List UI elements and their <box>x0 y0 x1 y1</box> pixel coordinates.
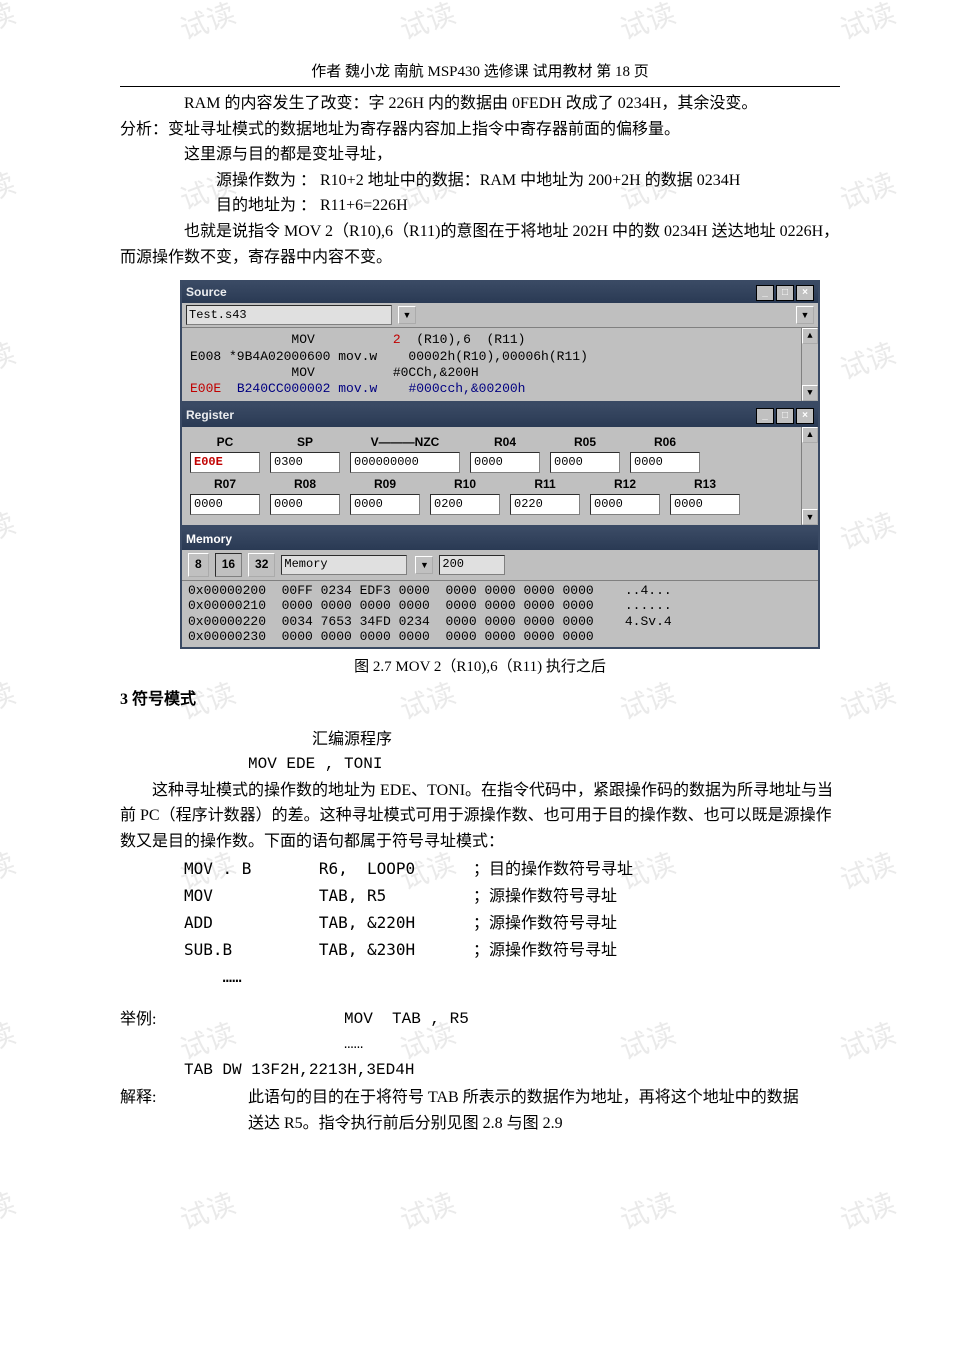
register-r08: R080000 <box>270 475 340 515</box>
code-text: MOV #0CCh,&200H <box>190 365 810 381</box>
chevron-down-icon[interactable]: ▼ <box>398 306 416 324</box>
register-window: Register _ □ × PCE00ESP0300V———NZC000000… <box>180 403 820 527</box>
example-code: MOV TAB , R5 …… <box>344 1007 469 1058</box>
ide-screenshot: Source _ □ × Test.s43 ▼ ▼ MOV 2 (R10),6 <box>180 280 820 649</box>
code-text: (R10),6 (R11) <box>401 332 526 347</box>
memory-dump: 0x00000200 00FF 0234 EDF3 0000 0000 0000… <box>182 581 818 647</box>
register-value: E00E <box>190 452 260 473</box>
minimize-icon[interactable]: _ <box>756 408 774 424</box>
memory-window: Memory 8 16 32 Memory ▼ 200 0x00000200 0… <box>180 527 820 649</box>
register-value: 0000 <box>350 494 420 515</box>
register-r04: R040000 <box>470 433 540 473</box>
code-line: MOV EDE , TONI <box>248 752 840 778</box>
register-value: 0200 <box>430 494 500 515</box>
register-v———nzc: V———NZC000000000 <box>350 433 460 473</box>
register-value: 0220 <box>510 494 580 515</box>
source-code-area: MOV 2 (R10),6 (R11) E008 *9B4A02000600 m… <box>182 328 818 401</box>
paragraph: 目的地址为 ： R11+6=226H <box>216 193 840 219</box>
explain-text: 此语句的目的在于将符号 TAB 所表示的数据作为地址，再将这个地址中的数据 送达… <box>248 1085 840 1136</box>
explain-label: 解释: <box>120 1085 216 1136</box>
maximize-icon[interactable]: □ <box>776 408 794 424</box>
code-addr: E00E <box>190 381 221 396</box>
chevron-down-icon[interactable]: ▼ <box>415 556 433 574</box>
goto-field[interactable]: 200 <box>439 555 505 575</box>
example-label: 举例: <box>120 1007 216 1058</box>
close-icon[interactable]: × <box>796 408 814 424</box>
register-r12: R120000 <box>590 475 660 515</box>
register-r11: R110220 <box>510 475 580 515</box>
register-label: PC <box>190 433 260 452</box>
register-value: 0000 <box>270 494 340 515</box>
file-combo-value: Test.s43 <box>189 306 247 325</box>
register-label: R05 <box>550 433 620 452</box>
close-icon[interactable]: × <box>796 285 814 301</box>
memory-title: Memory <box>182 529 818 550</box>
code-text: MOV <box>190 332 393 347</box>
file-combo[interactable]: Test.s43 <box>186 305 392 325</box>
code-text: B240CC000002 mov.w #000cch,&00200h <box>221 381 525 396</box>
page-header: 作者 魏小龙 南航 MSP430 选修课 试用教材 第 18 页 <box>120 60 840 87</box>
register-value: 0000 <box>470 452 540 473</box>
paragraph: RAM 的内容发生了改变：字 226H 内的数据由 0FEDH 改成了 0234… <box>120 91 840 117</box>
scroll-down-icon[interactable]: ▼ <box>802 385 818 401</box>
register-label: R10 <box>430 475 500 494</box>
code-listing: MOV . B R6, LOOP0 ；目的操作数符号寻址 MOV TAB, R5… <box>184 855 840 991</box>
register-value: 0000 <box>670 494 740 515</box>
tab-definition: TAB DW 13F2H,2213H,3ED4H <box>184 1058 840 1084</box>
register-label: R06 <box>630 433 700 452</box>
register-label: R04 <box>470 433 540 452</box>
register-label: V———NZC <box>350 433 460 452</box>
register-r06: R060000 <box>630 433 700 473</box>
scrollbar[interactable]: ▲ ▼ <box>801 427 818 526</box>
register-label: R09 <box>350 475 420 494</box>
register-label: R13 <box>670 475 740 494</box>
paragraph: 这里源与目的都是变址寻址， <box>120 142 840 168</box>
register-label: SP <box>270 433 340 452</box>
memory-combo-value: Memory <box>284 555 327 574</box>
tab-32[interactable]: 32 <box>248 553 275 576</box>
paragraph: 这种寻址模式的操作数的地址为 EDE、TONI。在指令代码中，紧跟操作码的数据为… <box>120 778 840 855</box>
register-sp: SP0300 <box>270 433 340 473</box>
register-pc: PCE00E <box>190 433 260 473</box>
minimize-icon[interactable]: _ <box>756 285 774 301</box>
register-label: R12 <box>590 475 660 494</box>
register-r10: R100200 <box>430 475 500 515</box>
tab-8[interactable]: 8 <box>188 553 209 576</box>
register-value: 0300 <box>270 452 340 473</box>
register-r07: R070000 <box>190 475 260 515</box>
source-title: Source <box>186 283 227 302</box>
section-heading: 3 符号模式 <box>120 687 840 713</box>
paragraph: 分析：变址寻址模式的数据地址为寄存器内容加上指令中寄存器前面的偏移量。 <box>120 117 840 143</box>
register-value: 000000000 <box>350 452 460 473</box>
register-r05: R050000 <box>550 433 620 473</box>
code-text: 2 <box>393 332 401 347</box>
code-text: E008 *9B4A02000600 mov.w 00002h(R10),000… <box>190 349 810 365</box>
register-value: 0000 <box>630 452 700 473</box>
scroll-up-icon[interactable]: ▲ <box>802 427 818 443</box>
register-label: R11 <box>510 475 580 494</box>
register-value: 0000 <box>590 494 660 515</box>
register-value: 0000 <box>550 452 620 473</box>
chevron-down-icon[interactable]: ▼ <box>796 306 814 324</box>
tab-16[interactable]: 16 <box>215 553 242 576</box>
maximize-icon[interactable]: □ <box>776 285 794 301</box>
scroll-down-icon[interactable]: ▼ <box>802 509 818 525</box>
register-value: 0000 <box>190 494 260 515</box>
register-title: Register <box>186 406 234 425</box>
paragraph: 也就是说指令 MOV 2（R10),6（R11)的意图在于将地址 202H 中的… <box>120 219 840 270</box>
register-label: R07 <box>190 475 260 494</box>
figure-caption: 图 2.7 MOV 2（R10),6（R11) 执行之后 <box>120 655 840 679</box>
scroll-up-icon[interactable]: ▲ <box>802 328 818 344</box>
register-r09: R090000 <box>350 475 420 515</box>
sub-heading: 汇编源程序 <box>312 727 840 753</box>
scrollbar[interactable]: ▲ ▼ <box>801 328 818 401</box>
memory-combo[interactable]: Memory <box>281 555 407 575</box>
paragraph: 源操作数为 ： R10+2 地址中的数据：RAM 中地址为 200+2H 的数据… <box>216 168 840 194</box>
goto-value: 200 <box>442 555 464 574</box>
register-r13: R130000 <box>670 475 740 515</box>
register-label: R08 <box>270 475 340 494</box>
source-window: Source _ □ × Test.s43 ▼ ▼ MOV 2 (R10),6 <box>180 280 820 403</box>
